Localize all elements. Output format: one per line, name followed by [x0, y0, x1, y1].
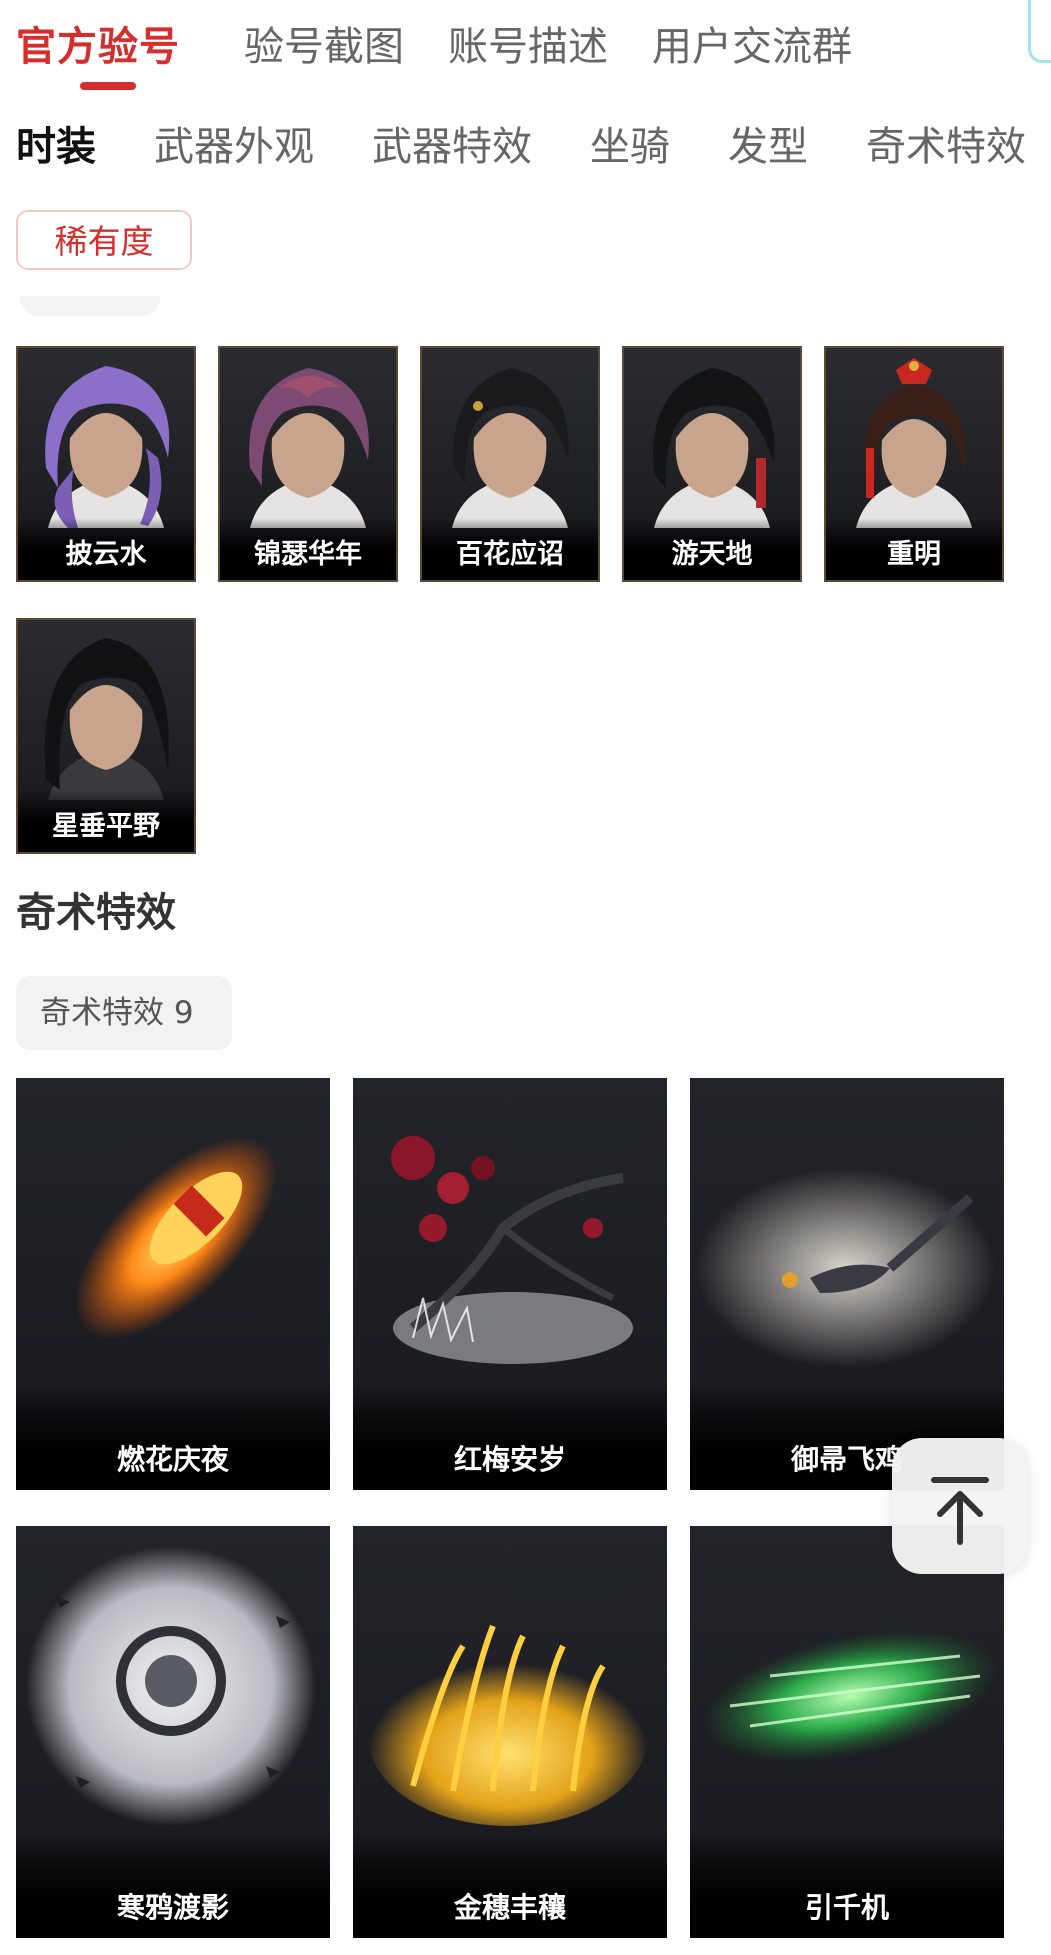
category-tab-special-effect[interactable]: 奇术特效	[866, 120, 1026, 174]
effect-card[interactable]: 寒鸦渡影	[16, 1526, 330, 1938]
back-to-top-button[interactable]	[892, 1438, 1028, 1574]
costume-card[interactable]: 披云水	[16, 346, 196, 582]
portrait-image	[856, 358, 972, 528]
arrow-up-icon	[931, 1477, 989, 1545]
costume-label: 星垂平野	[18, 790, 194, 852]
costume-card[interactable]: 重明	[824, 346, 1004, 582]
effect-label: 红梅安岁	[353, 1380, 667, 1490]
effect-card[interactable]: 御帚飞鸡	[690, 1078, 1004, 1490]
effect-label: 金穗丰穰	[353, 1828, 667, 1938]
costume-label: 游天地	[624, 518, 800, 580]
category-tab-weapon-appearance[interactable]: 武器外观	[154, 120, 314, 174]
effect-count-chip[interactable]: 奇术特效 9	[16, 976, 232, 1050]
effect-label: 引千机	[690, 1828, 1004, 1938]
effect-card[interactable]: 红梅安岁	[353, 1078, 667, 1490]
costume-card[interactable]: 百花应诏	[420, 346, 600, 582]
category-tab-mount[interactable]: 坐骑	[590, 120, 670, 174]
effect-label: 寒鸦渡影	[16, 1828, 330, 1938]
costume-label: 披云水	[18, 518, 194, 580]
category-tab-costume[interactable]: 时装	[16, 120, 96, 174]
chip-count: 9	[173, 995, 194, 1031]
corner-decoration	[1028, 0, 1051, 63]
active-tab-indicator	[80, 82, 136, 90]
portrait-image	[44, 638, 169, 800]
portrait-image	[45, 366, 170, 528]
costume-label: 重明	[826, 518, 1002, 580]
tab-user-group[interactable]: 用户交流群	[652, 20, 852, 74]
section-title: 奇术特效	[16, 890, 176, 936]
costume-label: 百花应诏	[422, 518, 598, 580]
costume-card[interactable]: 锦瑟华年	[218, 346, 398, 582]
tab-verify-screenshots[interactable]: 验号截图	[244, 20, 404, 74]
rarity-filter-button[interactable]: 稀有度	[16, 210, 192, 270]
tab-official-verify[interactable]: 官方验号	[16, 20, 180, 74]
effect-card[interactable]: 引千机	[690, 1526, 1004, 1938]
chip-label: 奇术特效	[40, 995, 164, 1031]
scroll-peek	[20, 296, 160, 316]
tab-account-description[interactable]: 账号描述	[448, 20, 608, 74]
portrait-image	[653, 368, 775, 528]
portrait-image	[452, 368, 569, 528]
costume-label: 锦瑟华年	[220, 518, 396, 580]
category-tab-weapon-effect[interactable]: 武器特效	[372, 120, 532, 174]
effect-card[interactable]: 燃花庆夜	[16, 1078, 330, 1490]
portrait-image	[249, 368, 369, 528]
effect-card[interactable]: 金穗丰穰	[353, 1526, 667, 1938]
costume-card[interactable]: 星垂平野	[16, 618, 196, 854]
effect-label: 燃花庆夜	[16, 1380, 330, 1490]
costume-card[interactable]: 游天地	[622, 346, 802, 582]
category-tab-hairstyle[interactable]: 发型	[728, 120, 808, 174]
